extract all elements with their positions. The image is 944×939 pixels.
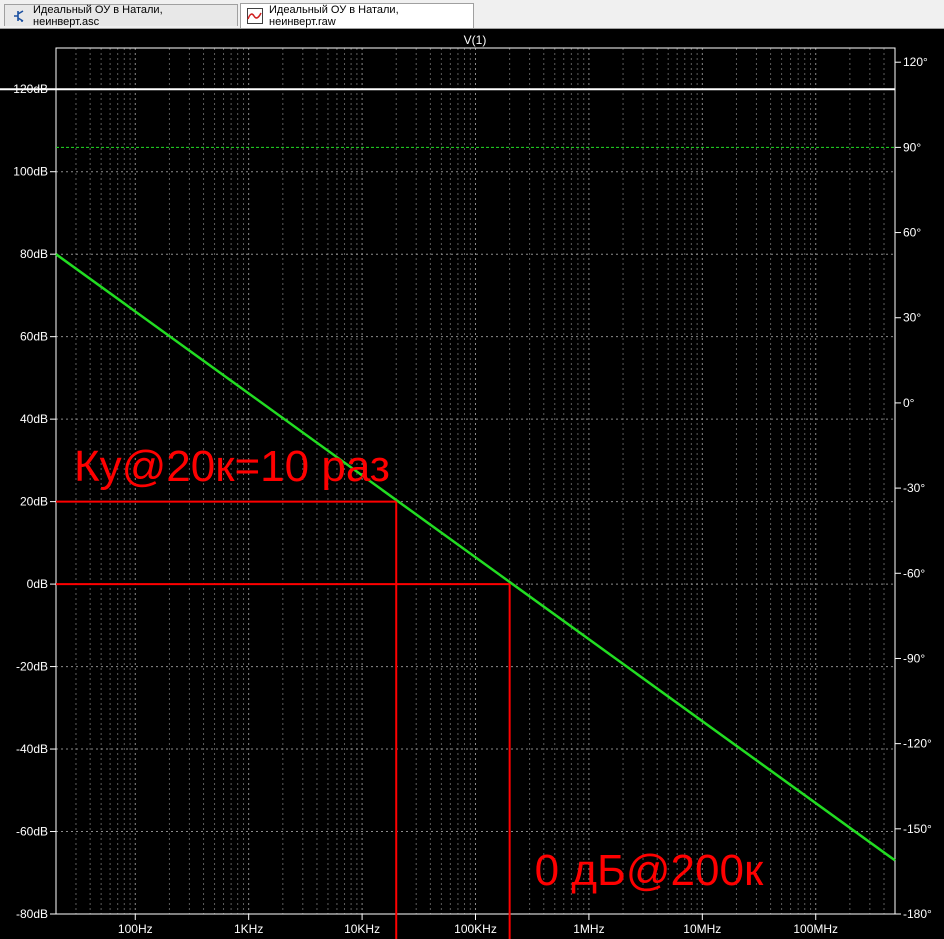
right-tick-label: -60° [903,566,925,580]
right-axis: 120° 90° 60° 30° 0° -30° -60° -90° -120° -150° -18… [895,55,932,921]
right-tick-label: 30° [903,311,921,325]
left-tick-label: -40dB [16,742,48,756]
right-tick-label: -150° [903,822,932,836]
annotation-text: 0 дБ@200к [535,846,764,895]
tab-waveform-label: Идеальный ОУ в Натали, неинверт.raw [269,4,399,28]
tab-schematic-label: Идеальный ОУ в Натали, неинверт.asc [33,3,163,28]
left-axis: 120dB100dB80dB60dB40dB20dB0dB-20dB-40dB-… [13,82,56,921]
right-tick-label: 60° [903,226,921,240]
x-tick-label: 100KHz [454,922,497,936]
tab-waveform[interactable]: Идеальный ОУ в Натали, неинверт.raw [240,3,474,28]
bode-plot[interactable]: 120dB100dB80dB60dB40dB20dB0dB-20dB-40dB-… [0,29,944,939]
annotations: Ку@20к=10 раз 0 дБ@200к [74,442,764,895]
right-tick-label: -180° [903,907,932,921]
x-tick-label: 1MHz [573,922,604,936]
left-tick-label: 40dB [20,412,48,426]
right-tick-label: 0° [903,396,915,410]
x-tick-label: 100Hz [118,922,153,936]
x-tick-label: 100MHz [793,922,838,936]
left-tick-label: -20dB [16,660,48,674]
x-tick-label: 10KHz [344,922,380,936]
left-tick-label: 20dB [20,495,48,509]
left-tick-label: -80dB [16,907,48,921]
trace-title[interactable]: V(1) [464,33,487,47]
left-tick-label: -60dB [16,825,48,839]
right-tick-label: -30° [903,481,925,495]
x-tick-label: 1KHz [234,922,263,936]
schematic-icon [11,8,27,24]
bottom-axis: 100Hz 1KHz 10KHz 100KHz 1MHz 10MHz 100MHz [118,914,838,936]
right-tick-label: 90° [903,140,921,154]
right-tick-label: 120° [903,55,928,69]
tab-schematic[interactable]: Идеальный ОУ в Натали, неинверт.asc [4,3,238,28]
right-tick-label: -90° [903,651,925,665]
left-tick-label: 100dB [13,165,48,179]
right-tick-label: -120° [903,737,932,751]
document-tab-bar: Идеальный ОУ в Натали, неинверт.asc Идеа… [0,0,944,29]
left-tick-label: 0dB [27,577,48,591]
plot-pane[interactable]: 120dB 100dB 80dB 60dB 40dB 20dB 0dB -20dB -40dB -… [0,29,944,939]
waveform-icon [247,8,263,24]
left-tick-label: 60dB [20,330,48,344]
x-tick-label: 10MHz [683,922,721,936]
left-tick-label: 80dB [20,247,48,261]
annotation-text: Ку@20к=10 раз [74,442,390,491]
